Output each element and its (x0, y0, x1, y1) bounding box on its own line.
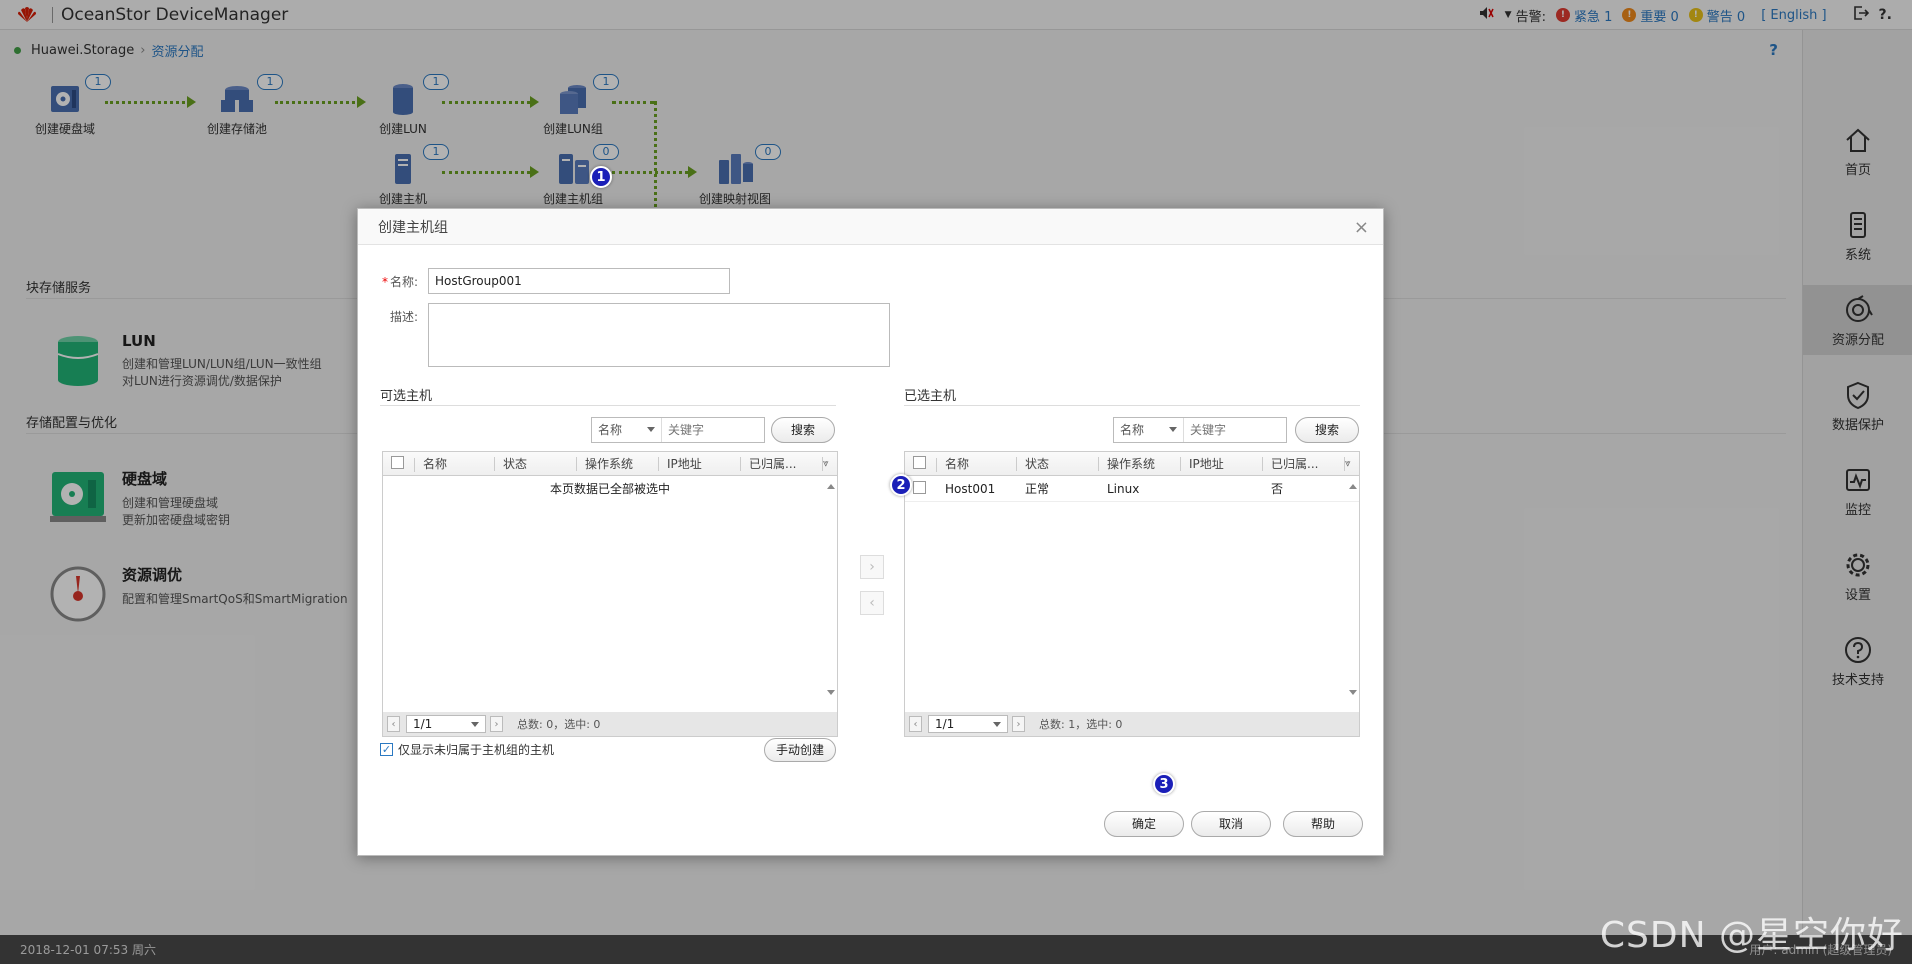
select-all-checkbox[interactable] (913, 455, 926, 469)
filter-field-select[interactable]: 名称 (1114, 418, 1184, 442)
name-input[interactable] (428, 268, 730, 294)
page-select[interactable]: 1/1 (406, 715, 486, 733)
row-checkbox[interactable] (913, 480, 926, 494)
dialog-title: 创建主机组 (378, 219, 448, 236)
chevron-down-icon (471, 722, 479, 727)
selected-search-box: 名称 (1113, 417, 1287, 443)
name-label: * 名称: (381, 275, 418, 289)
table-pager: ‹ 1/1 › 总数: 1，选中: 0 (905, 712, 1359, 736)
column-belongs[interactable]: 已归属... (1263, 455, 1345, 472)
empty-message: 本页数据已全部被选中 (549, 482, 670, 496)
annotation-badge: 2 (890, 474, 912, 496)
prev-page-icon[interactable]: ‹ (387, 716, 400, 732)
available-hosts-table: 名称 状态 操作系统 IP地址 已归属... ⩔ 本页数据已全部被选中 ‹ 1/… (382, 451, 838, 737)
description-label: 描述: (389, 310, 418, 324)
annotation-badge: 1 (590, 166, 612, 188)
chevron-down-icon (647, 427, 655, 432)
column-name[interactable]: 名称 (415, 455, 495, 472)
only-unassigned-label: 仅显示未归属于主机组的主机 (398, 743, 555, 757)
watermark-text: CSDN @星空你好 (1599, 915, 1904, 956)
column-name[interactable]: 名称 (937, 455, 1017, 472)
column-status[interactable]: 状态 (495, 455, 577, 472)
required-icon: * (381, 275, 388, 289)
table-body: 本页数据已全部被选中 (383, 476, 837, 502)
scroll-up-icon[interactable] (1349, 484, 1357, 489)
column-ip[interactable]: IP地址 (1181, 455, 1263, 472)
available-hosts-title: 可选主机 (380, 389, 433, 404)
description-textarea[interactable] (428, 303, 890, 367)
chevron-down-icon (1169, 427, 1177, 432)
cell-belongs: 否 (1271, 482, 1284, 496)
cell-status: 正常 (1025, 482, 1050, 496)
ok-button[interactable]: 确定 (1104, 811, 1184, 837)
column-menu-icon[interactable]: ⩔ (1345, 458, 1359, 469)
panel-divider (904, 405, 1360, 406)
table-summary: 总数: 1，选中: 0 (1039, 718, 1123, 731)
table-summary: 总数: 0，选中: 0 (517, 718, 601, 731)
description-row: 描述: (372, 303, 890, 367)
close-icon[interactable]: × (1354, 217, 1369, 238)
cell-name: Host001 (945, 481, 996, 496)
filter-field-select[interactable]: 名称 (592, 418, 662, 442)
create-host-group-dialog: 创建主机组 × *名称: 描述: 可选主机 名称 搜索 名称 状态 操作系统 I… (357, 208, 1384, 856)
select-all-checkbox[interactable] (391, 455, 404, 469)
chevron-down-icon (993, 722, 1001, 727)
next-page-icon[interactable]: › (490, 716, 503, 732)
table-header: 名称 状态 操作系统 IP地址 已归属... ⩔ (905, 452, 1359, 476)
selected-hosts-title: 已选主机 (904, 389, 957, 404)
column-os[interactable]: 操作系统 (577, 455, 659, 472)
panel-divider (380, 405, 836, 406)
cancel-button[interactable]: 取消 (1191, 811, 1271, 837)
available-search-button[interactable]: 搜索 (771, 417, 835, 443)
dialog-header: 创建主机组 (358, 209, 1383, 245)
manual-create-button[interactable]: 手动创建 (764, 738, 836, 762)
prev-page-icon[interactable]: ‹ (909, 716, 922, 732)
column-menu-icon[interactable]: ⩔ (823, 458, 837, 469)
next-page-icon[interactable]: › (1012, 716, 1025, 732)
table-header: 名称 状态 操作系统 IP地址 已归属... ⩔ (383, 452, 837, 476)
help-button[interactable]: 帮助 (1283, 811, 1363, 837)
available-keyword-input[interactable] (662, 419, 752, 441)
selected-hosts-table: 名称 状态 操作系统 IP地址 已归属... ⩔ Host001 正常 Linu… (904, 451, 1360, 737)
available-search-box: 名称 (591, 417, 765, 443)
scroll-down-icon[interactable] (827, 690, 835, 695)
select-all-checkbox-cell (383, 455, 415, 472)
move-right-button[interactable]: › (860, 555, 884, 579)
name-row: * 名称: (372, 268, 730, 294)
table-row[interactable]: Host001 正常 Linux 否 (905, 476, 1359, 502)
column-os[interactable]: 操作系统 (1099, 455, 1181, 472)
table-pager: ‹ 1/1 › 总数: 0，选中: 0 (383, 712, 837, 736)
checkbox-checked-icon[interactable]: ✓ (380, 743, 393, 756)
annotation-badge: 3 (1153, 773, 1175, 795)
only-unassigned-option[interactable]: ✓ 仅显示未归属于主机组的主机 (380, 741, 554, 758)
selected-search-button[interactable]: 搜索 (1295, 417, 1359, 443)
column-ip[interactable]: IP地址 (659, 455, 741, 472)
cell-os: Linux (1107, 481, 1140, 496)
select-all-checkbox-cell (905, 455, 937, 472)
column-belongs[interactable]: 已归属... (741, 455, 823, 472)
table-body: Host001 正常 Linux 否 (905, 476, 1359, 502)
scroll-up-icon[interactable] (827, 484, 835, 489)
move-left-button[interactable]: ‹ (860, 591, 884, 615)
selected-keyword-input[interactable] (1184, 419, 1274, 441)
page-select[interactable]: 1/1 (928, 715, 1008, 733)
column-status[interactable]: 状态 (1017, 455, 1099, 472)
scroll-down-icon[interactable] (1349, 690, 1357, 695)
